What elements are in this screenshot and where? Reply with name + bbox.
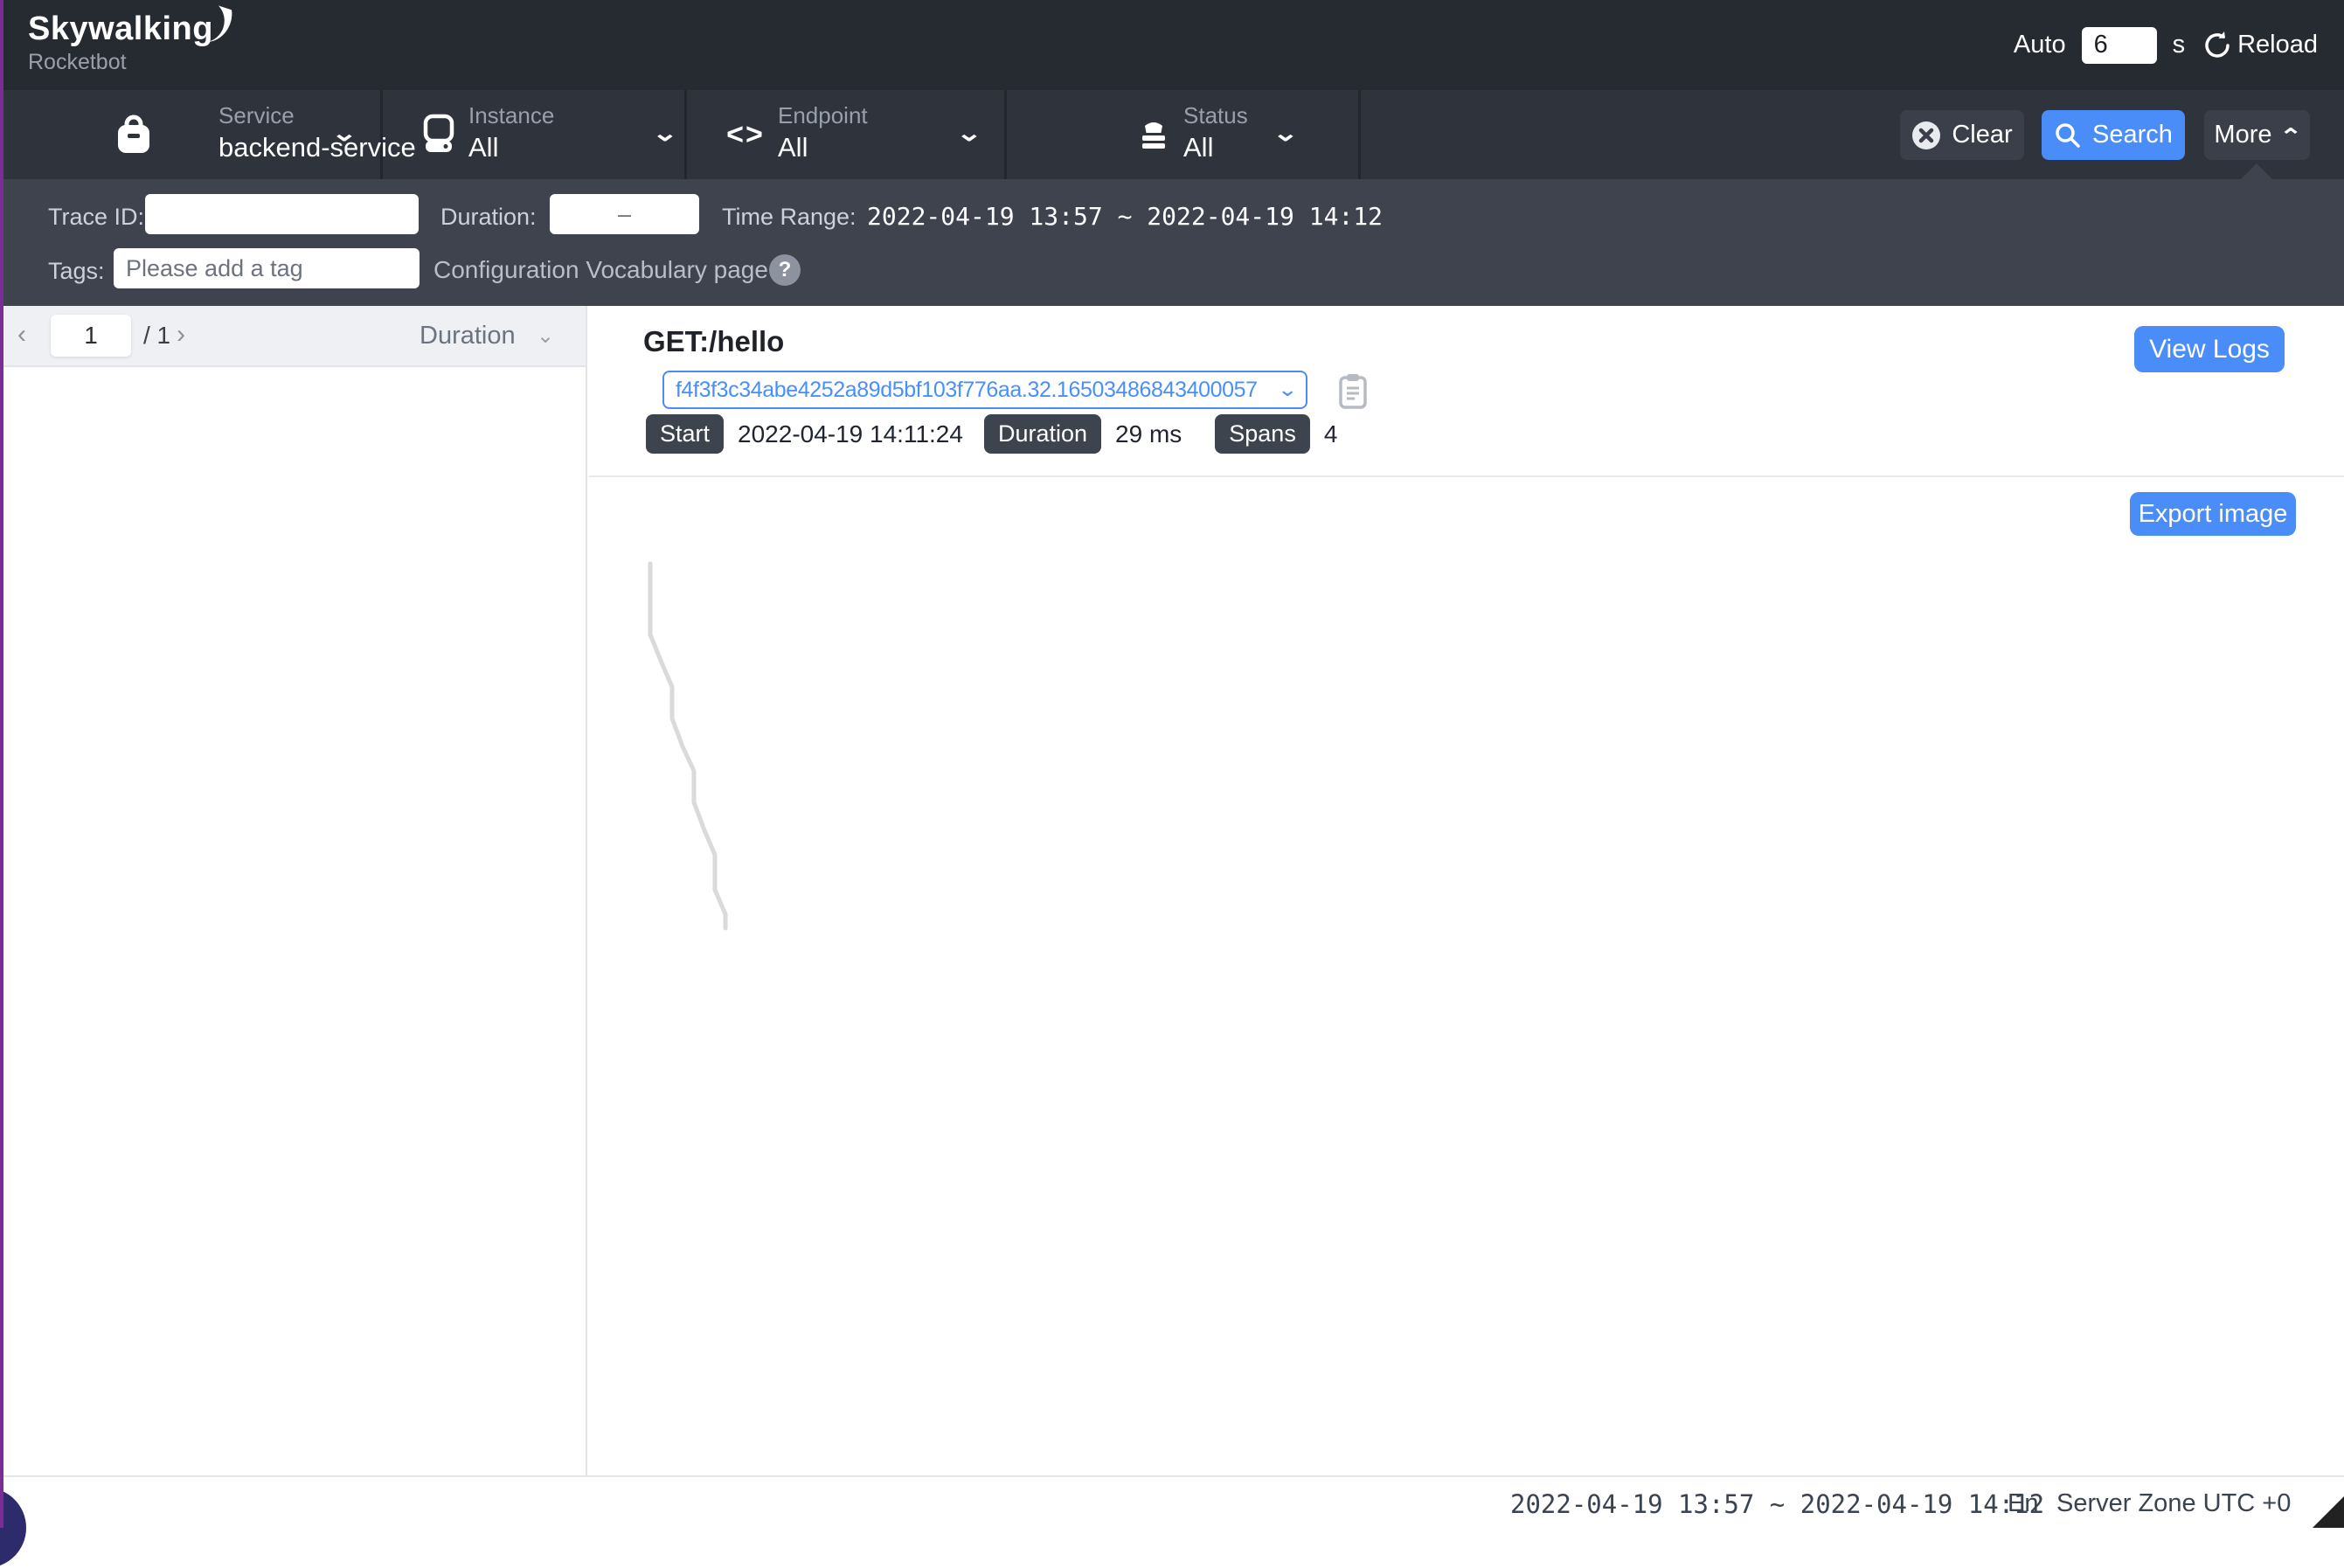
crescent-moon-icon — [199, 5, 239, 55]
instance-filter-value[interactable]: All — [468, 132, 498, 163]
app-logo: Skywalking Rocketbot — [28, 10, 213, 75]
reload-button[interactable]: Reload — [2201, 29, 2318, 62]
reload-icon — [2201, 29, 2234, 62]
time-range-value[interactable]: 2022-04-19 13:57 ~ 2022-04-19 14:12 — [867, 202, 1383, 231]
chevron-down-icon[interactable]: ⌄ — [652, 120, 679, 147]
trace-id-input[interactable] — [145, 194, 419, 234]
more-label: More — [2214, 121, 2271, 149]
logo-title: Skywalking — [28, 10, 213, 48]
help-question-icon[interactable]: ? — [769, 254, 801, 286]
duration-input[interactable] — [550, 194, 699, 234]
span-tree-connector — [589, 306, 2344, 1475]
trace-list-panel: ‹ / 1 › Duration ⌄ — [0, 306, 587, 1475]
screen-edge-strip — [0, 0, 3, 1528]
export-image-button[interactable]: Export image — [2130, 492, 2296, 536]
logo-subtitle: Rocketbot — [28, 50, 213, 75]
duration-badge: Duration — [984, 414, 1101, 454]
trace-list-header: ‹ / 1 › Duration ⌄ — [0, 306, 586, 367]
filter-bar: Service backend-service ⌄ Instance All ⌄… — [0, 90, 2344, 179]
spans-badge: Spans — [1215, 414, 1310, 454]
duration-value: 29 ms — [1115, 420, 1182, 448]
clear-circle-x-icon — [1911, 121, 1941, 150]
chevron-down-icon: ⌄ — [1263, 378, 1311, 401]
endpoint-filter-value[interactable]: All — [778, 132, 808, 163]
search-button[interactable]: Search — [2042, 110, 2185, 160]
reload-label: Reload — [2237, 31, 2318, 59]
service-filter-value[interactable]: backend-service — [218, 132, 416, 163]
time-range-label: Time Range: — [722, 204, 856, 231]
copy-clipboard-icon[interactable] — [1335, 372, 1370, 415]
chevron-down-icon[interactable]: ⌄ — [537, 323, 554, 349]
more-button[interactable]: More ⌃ — [2204, 110, 2310, 160]
page-next-icon[interactable]: › — [177, 320, 185, 350]
instance-filter-label: Instance — [468, 102, 554, 129]
page-number-input[interactable] — [51, 315, 131, 357]
divider — [589, 475, 2344, 477]
trace-id-option: f4f3f3c34abe4252a89d5bf103f776aa.32.1650… — [664, 378, 1269, 403]
duration-filter-label: Duration: — [440, 204, 537, 231]
service-filter-label: Service — [218, 102, 295, 129]
start-badge: Start — [646, 414, 724, 454]
page-total-label: / 1 — [143, 322, 170, 350]
divider — [684, 90, 687, 179]
search-label: Search — [2092, 121, 2173, 149]
server-zone-selector[interactable]: Server Zone UTC +0 — [2056, 1489, 2291, 1518]
chevron-up-icon: ⌃ — [2279, 124, 2302, 149]
trace-detail-panel: GET:/hello View Logs f4f3f3c34abe4252a89… — [589, 306, 2344, 1475]
clear-label: Clear — [1952, 121, 2012, 149]
language-switcher[interactable]: En — [2008, 1489, 2038, 1518]
navbar-right-controls: Auto s Reload — [2014, 0, 2318, 90]
view-logs-button[interactable]: View Logs — [2134, 326, 2285, 372]
popover-arrow — [2239, 163, 2274, 181]
clear-button[interactable]: Clear — [1900, 110, 2024, 160]
top-navbar: Skywalking Rocketbot Auto s Reload — [0, 0, 2344, 90]
status-filter-label: Status — [1183, 102, 1248, 129]
footer-time-range: 2022-04-19 13:57 ~ 2022-04-19 14:12 — [1510, 1489, 2044, 1519]
divider — [1358, 90, 1361, 179]
lock-icon — [112, 113, 156, 156]
footer-bar: 2022-04-19 13:57 ~ 2022-04-19 14:12 En S… — [0, 1475, 2344, 1528]
tags-input[interactable] — [114, 248, 420, 288]
auto-unit-label: s — [2173, 31, 2186, 59]
more-filters-panel: Trace ID: Duration: Time Range: 2022-04-… — [0, 179, 2344, 306]
trace-id-label: Trace ID: — [48, 204, 144, 231]
trace-id-select[interactable]: f4f3f3c34abe4252a89d5bf103f776aa.32.1650… — [662, 371, 1307, 409]
layers-icon — [1132, 113, 1175, 156]
spans-value: 4 — [1324, 420, 1338, 448]
chevron-down-icon[interactable]: ⌄ — [1273, 120, 1300, 147]
tags-label: Tags: — [48, 258, 105, 285]
search-icon — [2054, 121, 2082, 149]
start-value: 2022-04-19 14:11:24 — [738, 420, 963, 448]
chevron-down-icon[interactable]: ⌄ — [331, 120, 358, 147]
host-icon — [417, 113, 461, 156]
code-brackets-icon: <> — [724, 113, 767, 156]
endpoint-filter-label: Endpoint — [778, 102, 868, 129]
trace-summary-row: Start 2022-04-19 14:11:24 Duration 29 ms… — [646, 414, 1358, 454]
auto-label: Auto — [2014, 31, 2066, 59]
status-filter-value[interactable]: All — [1183, 132, 1213, 163]
auto-interval-input[interactable] — [2082, 27, 2157, 64]
divider — [1004, 90, 1007, 179]
page-prev-icon[interactable]: ‹ — [17, 320, 26, 350]
sort-dropdown[interactable]: Duration — [420, 322, 516, 350]
chevron-down-icon[interactable]: ⌄ — [956, 120, 983, 147]
vocabulary-page-link[interactable]: Configuration Vocabulary page — [433, 256, 768, 284]
corner-resize-artifact — [2313, 1496, 2344, 1528]
trace-detail-title: GET:/hello — [643, 325, 784, 358]
